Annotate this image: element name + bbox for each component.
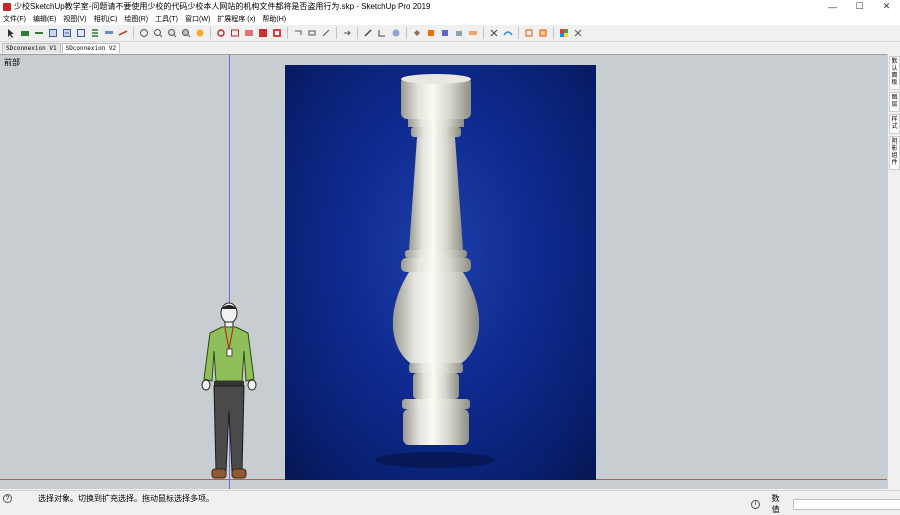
measurements-input[interactable] xyxy=(792,498,900,510)
section-display-icon[interactable] xyxy=(307,28,318,39)
paint-bucket-icon[interactable] xyxy=(412,28,423,39)
status-text: 选择对象。切换到扩充选择。拖动鼠标选择多项。 xyxy=(38,494,214,503)
toolbar-separator xyxy=(357,27,358,39)
menu-file[interactable]: 文件(F) xyxy=(3,14,26,24)
minimize-button[interactable]: — xyxy=(819,0,846,13)
shadows-icon[interactable] xyxy=(454,28,465,39)
extension-warehouse-icon[interactable] xyxy=(244,28,255,39)
follow-me-icon[interactable] xyxy=(342,28,353,39)
menu-help[interactable]: 帮助(H) xyxy=(262,14,286,24)
push-pull-icon[interactable] xyxy=(62,28,73,39)
menu-view[interactable]: 视图(V) xyxy=(63,14,86,24)
info-icon[interactable]: i xyxy=(751,499,760,509)
zoom-extents-icon[interactable] xyxy=(181,28,192,39)
window-controls: — ☐ ✕ xyxy=(819,0,900,13)
status-bar: ? 选择对象。切换到扩充选择。拖动鼠标选择多项。 i 数值 xyxy=(0,490,900,514)
menu-edit[interactable]: 编辑(E) xyxy=(33,14,56,24)
solid-subtract-icon[interactable] xyxy=(538,28,549,39)
tray-tab-styles[interactable]: 样式 xyxy=(889,114,900,134)
toolbar-separator xyxy=(287,27,288,39)
select-icon[interactable] xyxy=(6,28,17,39)
toolbar-separator xyxy=(483,27,484,39)
scene-tab-2[interactable]: SDconnexion V2 xyxy=(61,43,121,53)
tray-tab-layers[interactable]: 图层 xyxy=(889,92,900,112)
menu-draw[interactable]: 绘图(R) xyxy=(124,14,148,24)
pan-icon[interactable] xyxy=(153,28,164,39)
dimension-icon[interactable] xyxy=(377,28,388,39)
orbit-icon[interactable] xyxy=(139,28,150,39)
warehouse-icon[interactable] xyxy=(216,28,227,39)
extension-icon[interactable] xyxy=(573,28,584,39)
view-label: 前部 xyxy=(4,58,20,67)
help-icon[interactable]: ? xyxy=(3,494,12,503)
styles-icon[interactable] xyxy=(440,28,451,39)
menu-bar: 文件(F) 编辑(E) 视图(V) 相机(C) 绘图(R) 工具(T) 窗口(W… xyxy=(0,13,900,25)
tray-tab-default[interactable]: 默认面板 xyxy=(889,56,900,90)
menu-extensions[interactable]: 扩展程序 (x) xyxy=(217,14,255,24)
window-title: 少校SketchUp教学室-问题请不要使用少校的代码少校本人网站的机构文件都将是… xyxy=(14,2,431,11)
rotate-icon[interactable] xyxy=(76,28,87,39)
baluster-photo[interactable] xyxy=(285,65,596,480)
toolbar-separator xyxy=(336,27,337,39)
menu-camera[interactable]: 相机(C) xyxy=(94,14,118,24)
tray-panel: 默认面板 图层 样式 阴影组件 xyxy=(887,54,900,489)
tray-tab-shadows[interactable]: 阴影组件 xyxy=(889,136,900,170)
tape-icon[interactable] xyxy=(118,28,129,39)
scene-tabs: SDconnexion V1 SDconnexion V2 xyxy=(0,42,900,53)
material-icon[interactable] xyxy=(426,28,437,39)
protractor-icon[interactable] xyxy=(391,28,402,39)
scene-tab-1[interactable]: SDconnexion V1 xyxy=(2,43,61,53)
toolbar xyxy=(0,25,900,42)
toolbar-separator xyxy=(553,27,554,39)
maximize-button[interactable]: ☐ xyxy=(846,0,873,13)
layout-icon[interactable] xyxy=(258,28,269,39)
sketchup-app-icon xyxy=(3,2,11,11)
scale-figure[interactable] xyxy=(196,301,262,487)
geo-location-icon[interactable] xyxy=(195,28,206,39)
fog-icon[interactable] xyxy=(468,28,479,39)
send-to-layout-icon[interactable] xyxy=(272,28,283,39)
zoom-icon[interactable] xyxy=(167,28,178,39)
section-cut-icon[interactable] xyxy=(321,28,332,39)
colors-icon[interactable] xyxy=(559,28,570,39)
toolbar-separator xyxy=(518,27,519,39)
smoove-icon[interactable] xyxy=(503,28,514,39)
measurements-area: i 数值 xyxy=(748,493,900,515)
modeling-viewport[interactable]: 前部 xyxy=(0,54,887,489)
menu-window[interactable]: 窗口(W) xyxy=(185,14,210,24)
measurements-label: 数值 xyxy=(771,494,780,514)
section-plane-icon[interactable] xyxy=(293,28,304,39)
close-button[interactable]: ✕ xyxy=(873,0,900,13)
rectangle-icon[interactable] xyxy=(48,28,59,39)
toolbar-separator xyxy=(406,27,407,39)
title-bar: 少校SketchUp教学室-问题请不要使用少校的代码少校本人网站的机构文件都将是… xyxy=(0,0,900,13)
offset-icon[interactable] xyxy=(104,28,115,39)
pencil-icon[interactable] xyxy=(363,28,374,39)
component-icon[interactable] xyxy=(230,28,241,39)
eraser-icon[interactable] xyxy=(20,28,31,39)
toolbar-separator xyxy=(210,27,211,39)
toolbar-separator xyxy=(133,27,134,39)
line-icon[interactable] xyxy=(34,28,45,39)
scale-icon[interactable] xyxy=(90,28,101,39)
menu-tools[interactable]: 工具(T) xyxy=(155,14,178,24)
solid-union-icon[interactable] xyxy=(524,28,535,39)
sandbox-icon[interactable] xyxy=(489,28,500,39)
